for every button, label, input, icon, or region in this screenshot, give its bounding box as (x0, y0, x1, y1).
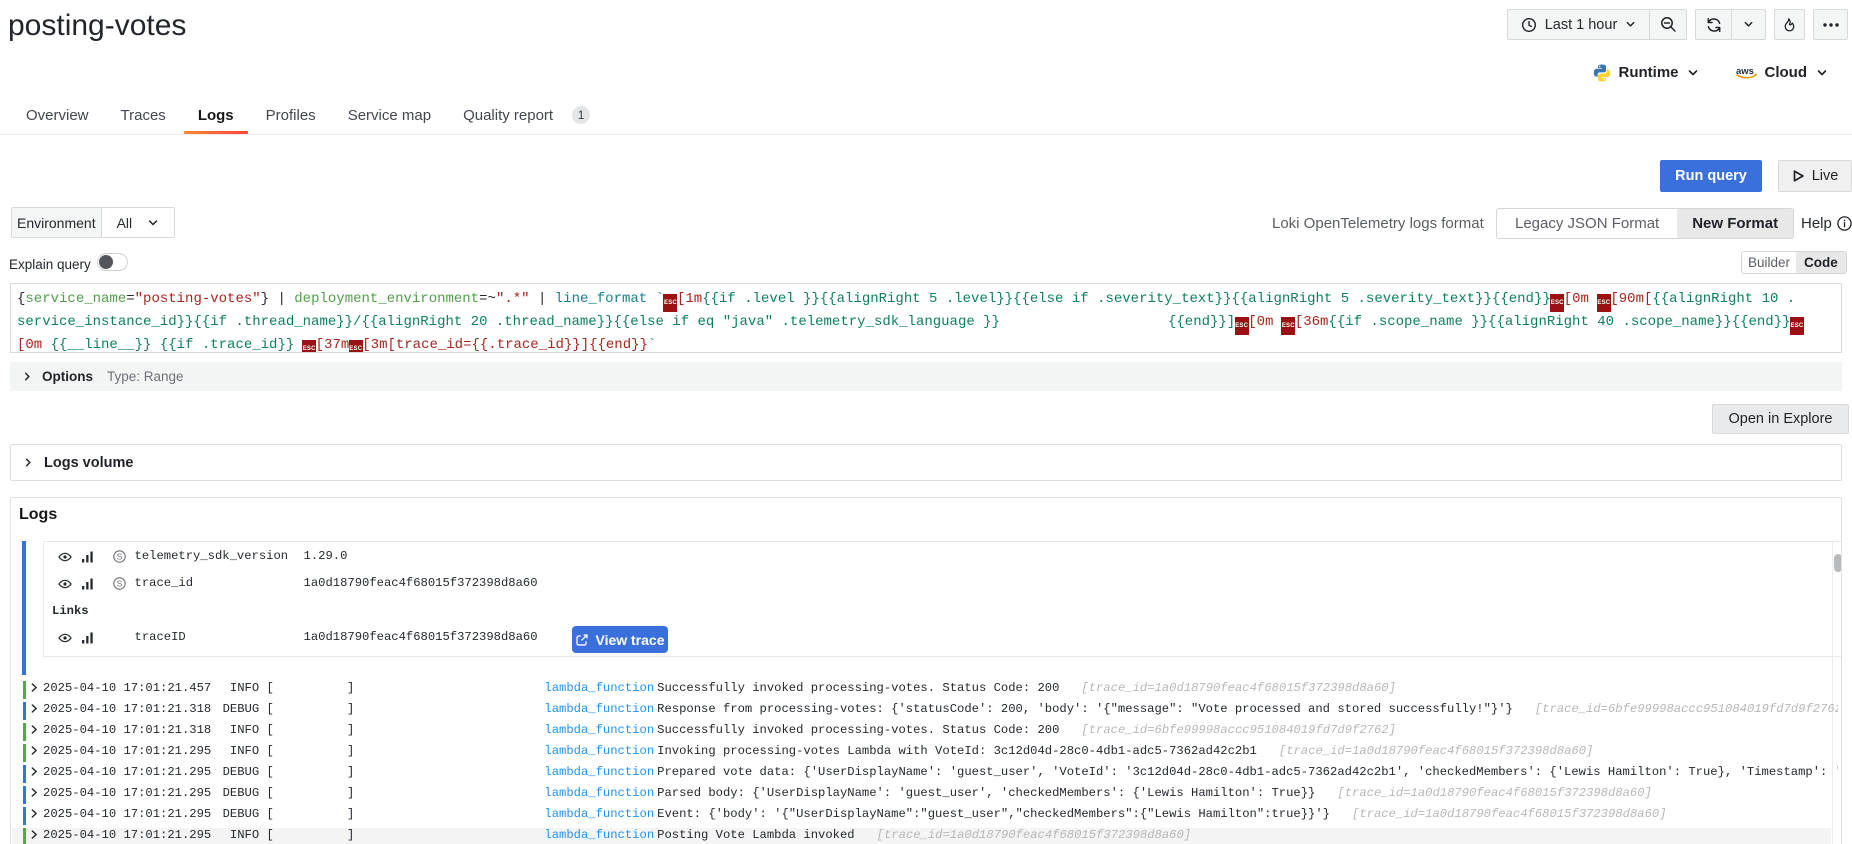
svg-text:S: S (117, 579, 123, 589)
svg-text:S: S (117, 552, 123, 562)
